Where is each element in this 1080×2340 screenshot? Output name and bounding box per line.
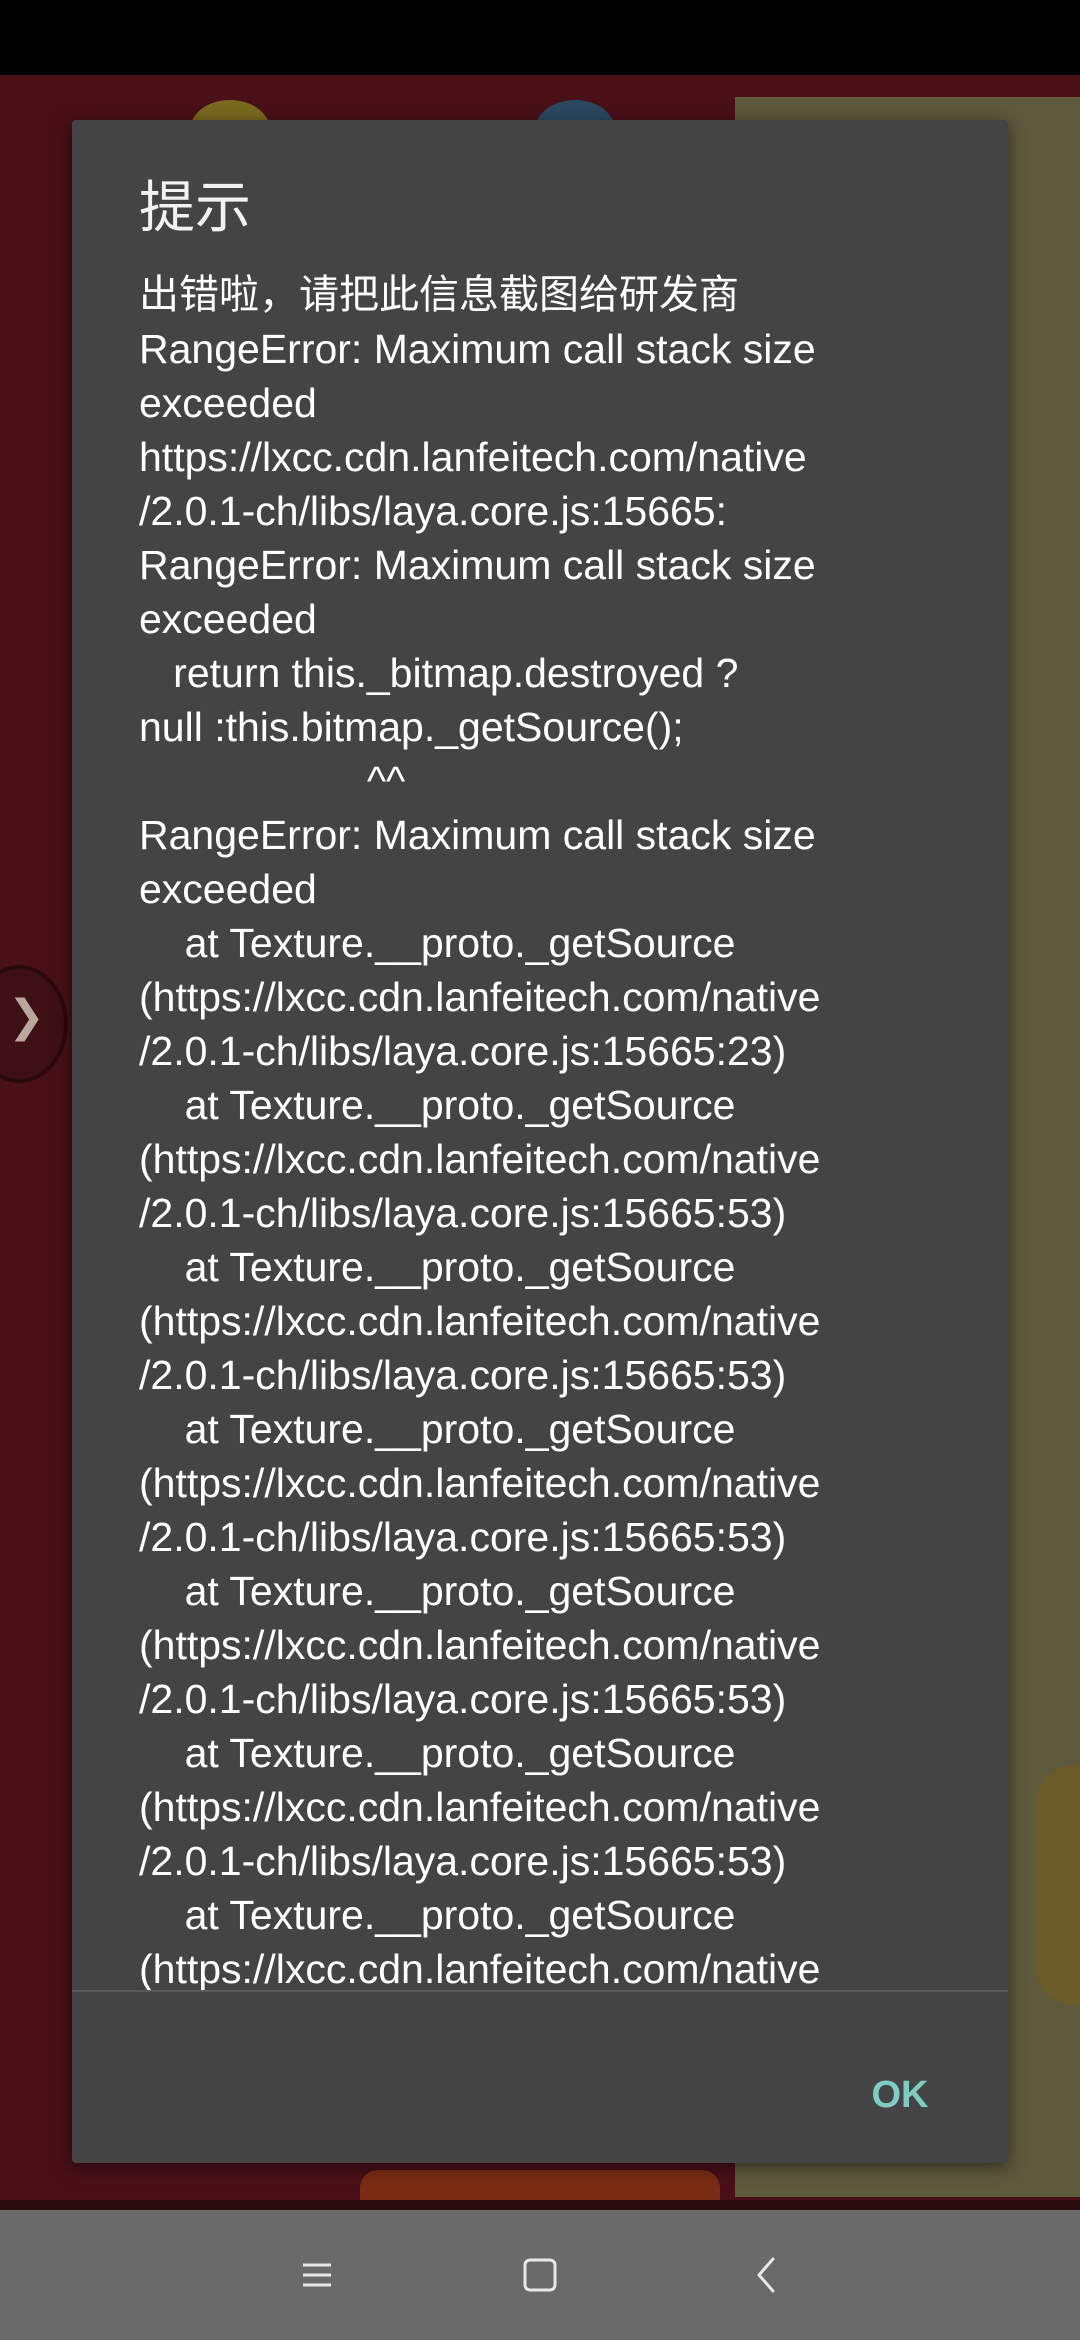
dialog-message-line: /2.0.1-ch/libs/laya.core.js:15665:53)	[139, 1514, 787, 1560]
dialog-message-line: /2.0.1-ch/libs/laya.core.js:15665:23)	[139, 1028, 787, 1074]
chevron-right-icon: ❯	[8, 991, 45, 1042]
dialog-message-line: (https://lxcc.cdn.lanfeitech.com/native	[139, 974, 821, 1020]
game-decoration	[1035, 1765, 1080, 2005]
dialog-message-line: at Texture.__proto._getSource	[139, 1568, 736, 1614]
dialog-message-line: null :this.bitmap._getSource();	[139, 704, 684, 750]
home-square-icon	[523, 2258, 557, 2292]
game-side-arrow-button: ❯	[0, 965, 68, 1083]
dialog-message-line: exceeded	[139, 866, 317, 912]
dialog-message-line: (https://lxcc.cdn.lanfeitech.com/native	[139, 1946, 821, 1992]
back-chevron-icon	[757, 2257, 775, 2293]
dialog-message-line: at Texture.__proto._getSource	[139, 1244, 736, 1290]
dialog-message-line: ^^	[139, 758, 406, 804]
dialog-message-line: exceeded	[139, 380, 317, 426]
error-dialog: 提示 出错啦，请把此信息截图给研发商 RangeError: Maximum ca…	[72, 120, 1008, 2163]
dialog-message-line: at Texture.__proto._getSource	[139, 1892, 736, 1938]
dialog-title: 提示	[139, 176, 251, 241]
dialog-message-line: (https://lxcc.cdn.lanfeitech.com/native	[139, 1622, 821, 1668]
dialog-message-line: 出错啦，请把此信息截图给研发商	[139, 272, 739, 318]
dialog-message-line: RangeError: Maximum call stack size	[139, 812, 816, 858]
dialog-message[interactable]: 出错啦，请把此信息截图给研发商 RangeError: Maximum call …	[139, 268, 1008, 2108]
dialog-message-line: (https://lxcc.cdn.lanfeitech.com/native	[139, 1460, 821, 1506]
ok-button[interactable]: OK	[840, 2055, 960, 2135]
dialog-message-line: return this._bitmap.destroyed ?	[139, 650, 739, 696]
dialog-message-line: at Texture.__proto._getSource	[139, 1082, 736, 1128]
dialog-message-line: (https://lxcc.cdn.lanfeitech.com/native	[139, 1298, 821, 1344]
menu-button[interactable]	[277, 2235, 357, 2315]
dialog-message-line: /2.0.1-ch/libs/laya.core.js:15665:	[139, 488, 727, 534]
dialog-message-line: (https://lxcc.cdn.lanfeitech.com/native	[139, 1136, 821, 1182]
menu-icon	[303, 2263, 331, 2287]
dialog-message-line: /2.0.1-ch/libs/laya.core.js:15665:53)	[139, 1676, 787, 1722]
dialog-message-line: at Texture.__proto._getSource	[139, 1730, 736, 1776]
navigation-bar	[0, 2210, 1080, 2340]
dialog-message-line: /2.0.1-ch/libs/laya.core.js:15665:53)	[139, 1190, 787, 1236]
dialog-message-line: https://lxcc.cdn.lanfeitech.com/native	[139, 434, 807, 480]
dialog-message-line: RangeError: Maximum call stack size	[139, 326, 816, 372]
game-bottom-strip	[0, 2200, 1080, 2210]
dialog-message-line: RangeError: Maximum call stack size	[139, 542, 816, 588]
dialog-message-line: exceeded	[139, 596, 317, 642]
dialog-message-line: (https://lxcc.cdn.lanfeitech.com/native	[139, 1784, 821, 1830]
dialog-message-line: /2.0.1-ch/libs/laya.core.js:15665:53)	[139, 1352, 787, 1398]
dialog-message-line: at Texture.__proto._getSource	[139, 920, 736, 966]
back-button[interactable]	[727, 2235, 807, 2315]
dialog-message-line: at Texture.__proto._getSource	[139, 1406, 736, 1452]
home-button[interactable]	[500, 2235, 580, 2315]
dialog-message-line: /2.0.1-ch/libs/laya.core.js:15665:53)	[139, 1838, 787, 1884]
dialog-divider	[72, 1990, 1008, 1992]
status-bar	[0, 0, 1080, 75]
